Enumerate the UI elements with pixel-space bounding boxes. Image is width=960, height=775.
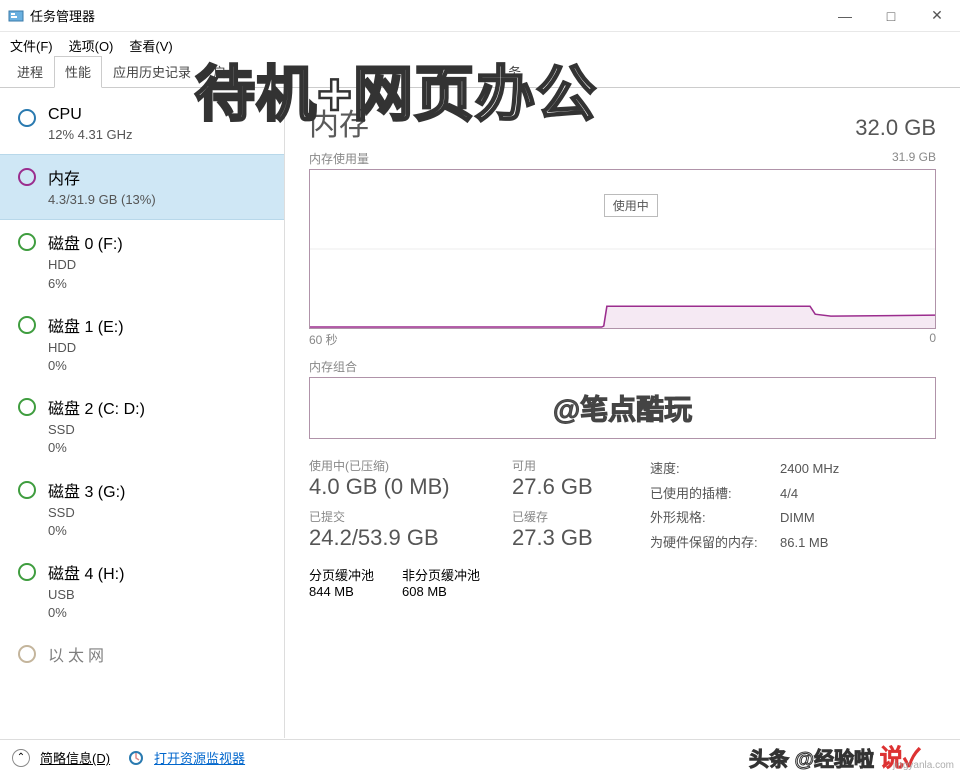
- cached-label: 已缓存: [512, 508, 632, 525]
- cpu-icon: [18, 109, 36, 127]
- resmon-icon: [128, 750, 144, 766]
- inuse-label: 使用中(已压缩): [309, 457, 494, 474]
- sidebar-disk2-name: 磁盘 2 (C: D:): [48, 395, 145, 419]
- chart-usage-label: 内存使用量: [309, 150, 369, 167]
- disk-icon: [18, 481, 36, 499]
- cached-value: 27.3 GB: [512, 525, 632, 551]
- disk-icon: [18, 398, 36, 416]
- window-title: 任务管理器: [30, 6, 822, 25]
- sidebar-cpu-name: CPU: [48, 106, 133, 124]
- sidebar-item-disk4[interactable]: 磁盘 4 (H:) USB 0%: [0, 550, 284, 632]
- sidebar-disk1-name: 磁盘 1 (E:): [48, 313, 124, 337]
- sidebar: CPU 12% 4.31 GHz 内存 4.3/31.9 GB (13%) 磁盘…: [0, 88, 285, 738]
- chart-xright: 0: [929, 331, 936, 348]
- network-icon: [18, 645, 36, 663]
- chart-xleft: 60 秒: [309, 331, 338, 348]
- reserved-key: 为硬件保留的内存:: [650, 531, 780, 556]
- paged-value: 844 MB: [309, 584, 374, 599]
- nonpaged-value: 608 MB: [402, 584, 480, 599]
- menu-file[interactable]: 文件(F): [4, 34, 59, 57]
- sidebar-net-name: 以太网: [48, 642, 108, 666]
- maximize-button[interactable]: □: [868, 0, 914, 32]
- tab-startup[interactable]: 启: [202, 56, 237, 88]
- sidebar-disk4-pct: 0%: [48, 604, 124, 622]
- minimize-button[interactable]: —: [822, 0, 868, 32]
- reserved-val: 86.1 MB: [780, 531, 828, 556]
- sidebar-memory-sub: 4.3/31.9 GB (13%): [48, 191, 156, 209]
- sidebar-item-disk3[interactable]: 磁盘 3 (G:) SSD 0%: [0, 468, 284, 550]
- sidebar-disk3-type: SSD: [48, 504, 125, 522]
- detail-title: 内存: [309, 100, 369, 144]
- tab-performance[interactable]: 性能: [54, 56, 102, 88]
- memory-group-box: @笔点酷玩: [309, 377, 936, 439]
- paged-label: 分页缓冲池: [309, 565, 374, 584]
- open-resmon-link[interactable]: 打开资源监视器: [154, 748, 245, 767]
- sidebar-item-cpu[interactable]: CPU 12% 4.31 GHz: [0, 96, 284, 154]
- sidebar-cpu-sub: 12% 4.31 GHz: [48, 126, 133, 144]
- sidebar-disk0-name: 磁盘 0 (F:): [48, 230, 123, 254]
- avail-value: 27.6 GB: [512, 474, 632, 500]
- footer: ⌃ 简略信息(D) 打开资源监视器: [0, 739, 960, 775]
- sidebar-disk2-pct: 0%: [48, 439, 145, 457]
- form-val: DIMM: [780, 506, 815, 531]
- sidebar-disk3-pct: 0%: [48, 522, 125, 540]
- sidebar-item-disk0[interactable]: 磁盘 0 (F:) HDD 6%: [0, 220, 284, 302]
- brief-info-link[interactable]: 简略信息(D): [40, 748, 110, 767]
- commit-label: 已提交: [309, 508, 494, 525]
- slots-key: 已使用的插槽:: [650, 482, 780, 507]
- detail-total: 32.0 GB: [855, 115, 936, 141]
- slots-val: 4/4: [780, 482, 798, 507]
- content: CPU 12% 4.31 GHz 内存 4.3/31.9 GB (13%) 磁盘…: [0, 88, 960, 738]
- sidebar-item-disk1[interactable]: 磁盘 1 (E:) HDD 0%: [0, 303, 284, 385]
- tab-strip: 进程 性能 应用历史记录 启 务: [0, 58, 960, 88]
- memory-group-label: 内存组合: [309, 358, 936, 375]
- sidebar-disk3-name: 磁盘 3 (G:): [48, 478, 125, 502]
- chart-ymax: 31.9 GB: [892, 150, 936, 167]
- group-watermark: @笔点酷玩: [553, 388, 692, 428]
- speed-val: 2400 MHz: [780, 457, 839, 482]
- memory-chart: 使用中: [309, 169, 936, 329]
- memory-icon: [18, 168, 36, 186]
- form-key: 外形规格:: [650, 506, 780, 531]
- sidebar-item-disk2[interactable]: 磁盘 2 (C: D:) SSD 0%: [0, 385, 284, 467]
- detail-memory: 内存 32.0 GB 内存使用量 31.9 GB 使用中 60 秒 0 内存组合…: [285, 88, 960, 738]
- avail-label: 可用: [512, 457, 632, 474]
- app-icon: [8, 8, 24, 24]
- nonpaged-label: 非分页缓冲池: [402, 565, 480, 584]
- tab-app-history[interactable]: 应用历史记录: [102, 56, 202, 88]
- tab-processes[interactable]: 进程: [6, 56, 54, 88]
- close-button[interactable]: ✕: [914, 0, 960, 32]
- disk-icon: [18, 233, 36, 251]
- sidebar-disk4-name: 磁盘 4 (H:): [48, 560, 124, 584]
- menubar: 文件(F) 选项(O) 查看(V): [0, 32, 960, 58]
- menu-view[interactable]: 查看(V): [123, 34, 178, 57]
- inuse-value: 4.0 GB (0 MB): [309, 474, 494, 500]
- sidebar-disk2-type: SSD: [48, 421, 145, 439]
- commit-value: 24.2/53.9 GB: [309, 525, 494, 551]
- titlebar: 任务管理器 — □ ✕: [0, 0, 960, 32]
- sidebar-disk1-type: HDD: [48, 339, 124, 357]
- sidebar-disk0-type: HDD: [48, 256, 123, 274]
- sidebar-memory-name: 内存: [48, 165, 156, 189]
- speed-key: 速度:: [650, 457, 780, 482]
- sidebar-item-memory[interactable]: 内存 4.3/31.9 GB (13%): [0, 154, 284, 220]
- sidebar-item-ethernet[interactable]: 以太网: [0, 632, 284, 678]
- tab-services[interactable]: 务: [497, 56, 532, 88]
- collapse-icon[interactable]: ⌃: [12, 749, 30, 767]
- sidebar-disk4-type: USB: [48, 586, 124, 604]
- disk-icon: [18, 563, 36, 581]
- sidebar-disk0-pct: 6%: [48, 275, 123, 293]
- sidebar-disk1-pct: 0%: [48, 357, 124, 375]
- disk-icon: [18, 316, 36, 334]
- chart-tooltip: 使用中: [604, 194, 658, 217]
- menu-options[interactable]: 选项(O): [63, 34, 120, 57]
